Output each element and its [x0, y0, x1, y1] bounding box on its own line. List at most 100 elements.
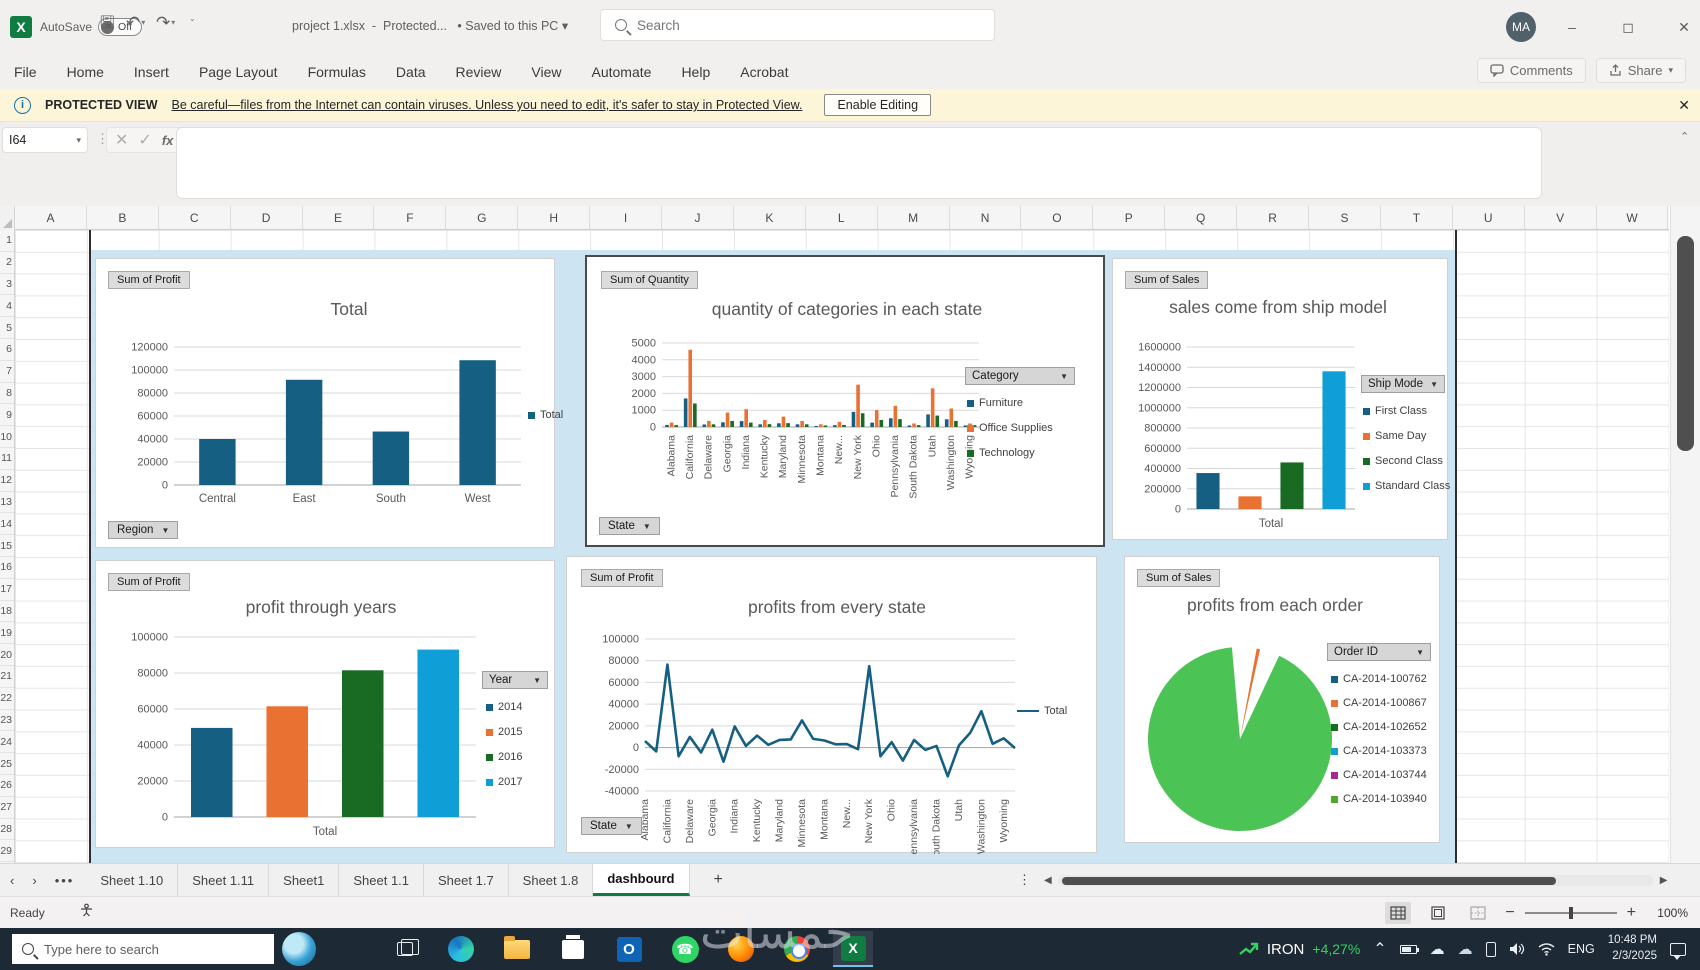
horizontal-scrollbar-thumb[interactable]	[1061, 876, 1556, 885]
vertical-scrollbar[interactable]	[1670, 206, 1700, 863]
add-sheet-button[interactable]: +	[690, 864, 747, 896]
row-header-2[interactable]: 2	[0, 252, 14, 274]
clock[interactable]: 10:48 PM 2/3/2025	[1608, 933, 1657, 964]
row-header-21[interactable]: 21	[0, 666, 14, 688]
tab-options-icon[interactable]: ⋮	[1018, 872, 1031, 888]
column-header-D[interactable]: D	[231, 206, 303, 229]
onedrive-icon[interactable]: ☁	[1430, 942, 1445, 957]
menu-tab-home[interactable]: Home	[67, 64, 104, 80]
confirm-entry-icon[interactable]: ✓	[138, 130, 151, 150]
column-header-M[interactable]: M	[878, 206, 950, 229]
state-filter-button[interactable]: State ▼	[581, 817, 642, 835]
row-header-25[interactable]: 25	[0, 753, 14, 775]
outlook-icon[interactable]: O	[609, 931, 649, 967]
whatsapp-icon[interactable]: ☎	[665, 931, 705, 967]
normal-view-button[interactable]	[1385, 901, 1412, 924]
menu-tab-page-layout[interactable]: Page Layout	[199, 64, 278, 80]
zoom-slider-thumb[interactable]	[1568, 906, 1573, 919]
microsoft-store-icon[interactable]	[553, 931, 593, 967]
enable-editing-button[interactable]: Enable Editing	[824, 94, 932, 116]
next-sheet-icon[interactable]: ›	[32, 873, 36, 888]
row-header-23[interactable]: 23	[0, 710, 14, 732]
page-layout-view-button[interactable]	[1425, 902, 1451, 924]
name-box[interactable]: I64 ▾	[2, 127, 88, 153]
taskbar-search-input[interactable]: Type here to search	[12, 934, 274, 964]
row-header-27[interactable]: 27	[0, 797, 14, 819]
sheet-tab-sheet-1.11[interactable]: Sheet 1.11	[178, 864, 270, 896]
restore-icon[interactable]: ◻	[1614, 14, 1642, 40]
your-phone-icon[interactable]	[1485, 941, 1496, 957]
menu-tab-file[interactable]: File	[14, 64, 37, 80]
column-header-E[interactable]: E	[303, 206, 375, 229]
row-header-28[interactable]: 28	[0, 819, 14, 841]
column-header-S[interactable]: S	[1309, 206, 1381, 229]
avatar[interactable]: MA	[1506, 12, 1536, 42]
column-header-R[interactable]: R	[1237, 206, 1310, 229]
search-input[interactable]: Search	[600, 9, 995, 41]
insert-function-icon[interactable]: fx	[162, 133, 174, 148]
share-button[interactable]: Share ▾	[1595, 58, 1686, 83]
prev-sheet-icon[interactable]: ‹	[10, 873, 14, 888]
menu-tab-review[interactable]: Review	[456, 64, 502, 80]
menu-tab-data[interactable]: Data	[396, 64, 426, 80]
column-header-T[interactable]: T	[1381, 206, 1453, 229]
sheet-tab-sheet-1.10[interactable]: Sheet 1.10	[86, 864, 179, 896]
order-id-legend-button[interactable]: Order ID ▼	[1327, 643, 1431, 661]
column-header-L[interactable]: L	[806, 206, 878, 229]
undo-icon[interactable]: ↶ ▾	[126, 14, 145, 31]
column-header-B[interactable]: B	[87, 206, 159, 229]
row-header-8[interactable]: 8	[0, 383, 14, 405]
page-break-view-button[interactable]	[1465, 902, 1491, 924]
excel-taskbar-icon[interactable]: X	[833, 931, 873, 967]
battery-icon[interactable]	[1399, 944, 1419, 954]
zoom-in-icon[interactable]: +	[1627, 904, 1636, 922]
zoom-level[interactable]: 100%	[1650, 906, 1688, 920]
row-header-19[interactable]: 19	[0, 622, 14, 645]
column-header-W[interactable]: W	[1597, 206, 1669, 229]
menu-tab-formulas[interactable]: Formulas	[308, 64, 366, 80]
column-header-G[interactable]: G	[446, 206, 519, 229]
all-sheets-icon[interactable]: •••	[55, 873, 75, 888]
volume-icon[interactable]	[1509, 942, 1525, 956]
column-header-F[interactable]: F	[374, 206, 447, 229]
row-header-22[interactable]: 22	[0, 688, 14, 710]
vertical-scrollbar-thumb[interactable]	[1677, 236, 1694, 451]
row-header-3[interactable]: 3	[0, 274, 14, 296]
column-header-A[interactable]: A	[15, 206, 87, 229]
row-header-11[interactable]: 11	[0, 448, 14, 470]
save-icon[interactable]: 🖫	[100, 14, 114, 31]
protected-view-message[interactable]: Be careful—files from the Internet can c…	[172, 98, 803, 112]
column-header-U[interactable]: U	[1453, 206, 1525, 229]
row-header-24[interactable]: 24	[0, 731, 14, 754]
column-header-O[interactable]: O	[1021, 206, 1094, 229]
menu-tab-view[interactable]: View	[531, 64, 561, 80]
state-filter-button[interactable]: State ▼	[599, 517, 660, 535]
chart-panel-quantity-by-state[interactable]: Sum of Quantity quantity of categories i…	[585, 255, 1105, 547]
row-header-16[interactable]: 16	[0, 557, 14, 579]
menu-tab-insert[interactable]: Insert	[134, 64, 169, 80]
region-filter-button[interactable]: Region ▼	[108, 521, 179, 539]
horizontal-scrollbar[interactable]	[1057, 875, 1654, 886]
accessibility-icon[interactable]	[79, 903, 94, 923]
row-header-20[interactable]: 20	[0, 644, 14, 666]
zoom-out-icon[interactable]: −	[1505, 904, 1514, 922]
sheet-tab-sheet-1.7[interactable]: Sheet 1.7	[424, 864, 509, 896]
row-headers[interactable]: 1 2 3 4 5 6 7 8 9 10 11 12 13 14 15 16 17 18 19 20 21 22 23 24 2…	[0, 230, 15, 863]
sheet-tab-sheet-1.8[interactable]: Sheet 1.8	[509, 864, 594, 896]
row-header-12[interactable]: 12	[0, 470, 14, 492]
customize-toolbar-icon[interactable]: ⌄	[188, 14, 196, 23]
column-header-J[interactable]: J	[662, 206, 734, 229]
year-legend-button[interactable]: Year ▼	[482, 671, 548, 689]
column-header-P[interactable]: P	[1093, 206, 1166, 229]
row-header-4[interactable]: 4	[0, 295, 14, 318]
row-header-14[interactable]: 14	[0, 513, 14, 536]
column-header-N[interactable]: N	[950, 206, 1022, 229]
chart-panel-profit-by-year[interactable]: Sum of Profit profit through years 0 2000…	[95, 560, 555, 848]
excel-app-icon[interactable]: X	[10, 16, 32, 38]
chart-panel-sales-by-ship-mode[interactable]: Sum of Sales sales come from ship model …	[1112, 258, 1450, 541]
chart-panel-profit-by-region[interactable]: Sum of Profit Total 0 20000 40000 60000 8000…	[95, 258, 563, 549]
bar-chart-profit-by-region[interactable]: 0 20000 40000 60000 80000 100000 120000 Central…	[96, 259, 556, 549]
bar-chart-ship-mode[interactable]: 0 200000 400000 600000 800000 1000000 1200000 1…	[1113, 259, 1449, 541]
chart-panel-profit-by-state[interactable]: Sum of Profit profits from every state -…	[566, 556, 1097, 854]
select-all-corner[interactable]	[0, 206, 15, 230]
